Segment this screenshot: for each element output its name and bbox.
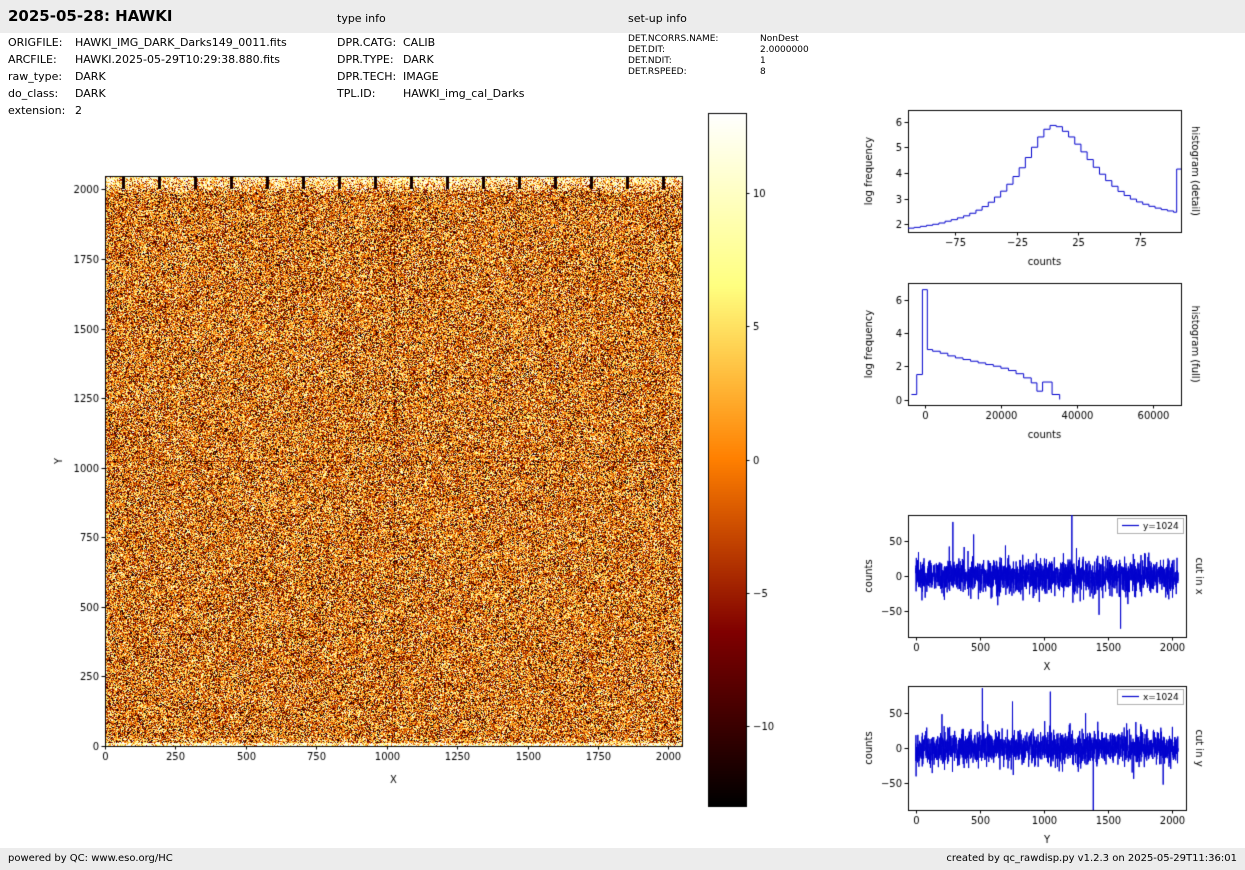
meta-value: DARK	[75, 70, 106, 83]
meta-row: DET.DIT:2.0000000	[628, 45, 809, 55]
raw-image-panel	[40, 140, 740, 840]
footer-right-text: created by qc_rawdisp.py v1.2.3 on 2025-…	[946, 853, 1237, 864]
meta-row: do_class:DARK	[8, 87, 106, 100]
meta-label: ORIGFILE:	[8, 36, 75, 49]
meta-row: DET.RSPEED:8	[628, 67, 766, 77]
meta-value: HAWKI_IMG_DARK_Darks149_0011.fits	[75, 36, 287, 49]
meta-label: DET.NDIT:	[628, 56, 760, 66]
cut-in-x-canvas	[850, 500, 1245, 685]
meta-row: DPR.CATG:CALIB	[337, 36, 435, 49]
meta-row: raw_type:DARK	[8, 70, 106, 83]
cut-in-x-panel	[850, 500, 1245, 685]
meta-value: DARK	[75, 87, 106, 100]
footer-left-text: powered by QC: www.eso.org/HC	[8, 853, 173, 864]
meta-label: raw_type:	[8, 70, 75, 83]
meta-value: 2.0000000	[760, 45, 809, 55]
histogram-detail-canvas	[850, 95, 1245, 285]
meta-value: DARK	[403, 53, 434, 66]
meta-row: DET.NDIT:1	[628, 56, 766, 66]
cut-in-y-canvas	[850, 671, 1245, 849]
meta-label: DET.RSPEED:	[628, 67, 760, 77]
meta-value: 2	[75, 104, 82, 117]
histogram-full-canvas	[850, 268, 1245, 458]
meta-row: DPR.TECH:IMAGE	[337, 70, 439, 83]
colorbar-panel	[690, 100, 820, 830]
meta-value: HAWKI_img_cal_Darks	[403, 87, 524, 100]
meta-row: DPR.TYPE:DARK	[337, 53, 434, 66]
page-title: 2025-05-28: HAWKI	[8, 7, 172, 25]
meta-row: DET.NCORRS.NAME:NonDest	[628, 34, 799, 44]
meta-label: DPR.TYPE:	[337, 53, 403, 66]
cut-in-y-panel	[850, 671, 1245, 849]
meta-value: 1	[760, 56, 766, 66]
meta-value: NonDest	[760, 34, 799, 44]
meta-label: extension:	[8, 104, 75, 117]
histogram-full-panel	[850, 268, 1245, 458]
meta-value: HAWKI.2025-05-29T10:29:38.880.fits	[75, 53, 280, 66]
type-info-heading: type info	[337, 12, 386, 25]
colorbar-canvas	[690, 100, 820, 830]
raw-image-canvas	[40, 140, 740, 840]
meta-label: DET.NCORRS.NAME:	[628, 34, 760, 44]
header-bar: 2025-05-28: HAWKI type info set-up info	[0, 0, 1245, 33]
meta-value: IMAGE	[403, 70, 439, 83]
meta-label: do_class:	[8, 87, 75, 100]
meta-row: extension:2	[8, 104, 82, 117]
meta-value: CALIB	[403, 36, 435, 49]
meta-label: DET.DIT:	[628, 45, 760, 55]
meta-label: DPR.CATG:	[337, 36, 403, 49]
setup-info-heading: set-up info	[628, 12, 687, 25]
meta-label: ARCFILE:	[8, 53, 75, 66]
meta-row: ORIGFILE:HAWKI_IMG_DARK_Darks149_0011.fi…	[8, 36, 287, 49]
meta-label: TPL.ID:	[337, 87, 403, 100]
histogram-detail-panel	[850, 95, 1245, 285]
meta-label: DPR.TECH:	[337, 70, 403, 83]
meta-value: 8	[760, 67, 766, 77]
meta-row: TPL.ID:HAWKI_img_cal_Darks	[337, 87, 524, 100]
meta-row: ARCFILE:HAWKI.2025-05-29T10:29:38.880.fi…	[8, 53, 280, 66]
